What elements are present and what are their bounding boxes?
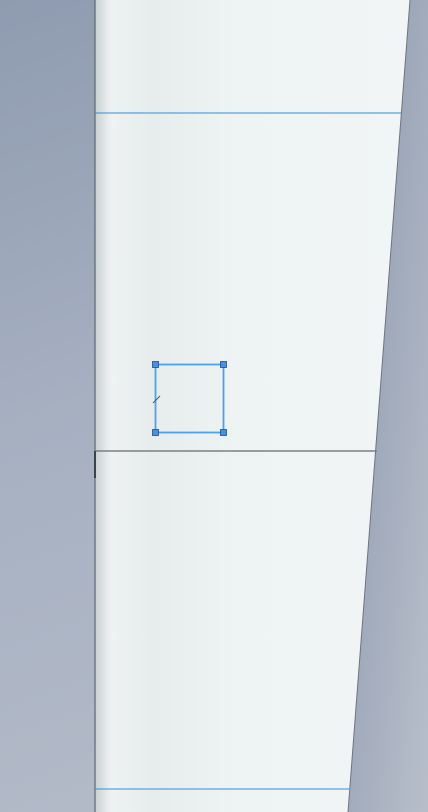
selection-handle-top-left[interactable]: [152, 361, 159, 368]
selection-handle-top-right[interactable]: [220, 361, 227, 368]
selection-handle-bottom-right[interactable]: [220, 429, 227, 436]
cad-3d-viewport[interactable]: [0, 0, 428, 812]
model-canvas[interactable]: [0, 0, 428, 812]
selection-handle-bottom-left[interactable]: [152, 429, 159, 436]
